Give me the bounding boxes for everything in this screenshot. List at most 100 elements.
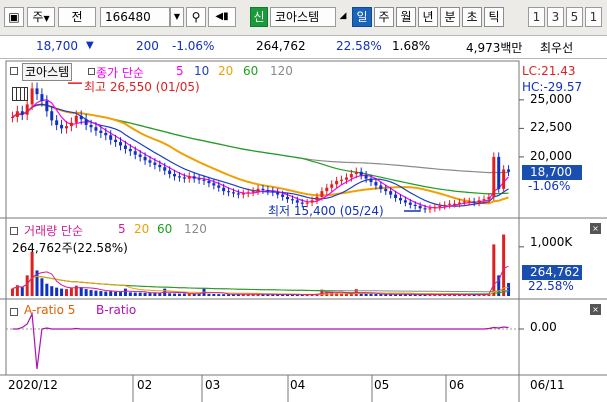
lc-label: LC:21.43 (522, 64, 576, 78)
period-tab-minute[interactable]: 분 (440, 7, 460, 27)
volume-panel-handle-icon[interactable] (10, 227, 18, 235)
candle-body (398, 198, 402, 201)
volume-summary: 264,762주(22.58%) (12, 241, 128, 255)
data-table-icon[interactable] (12, 87, 28, 101)
vol-ma60-legend[interactable]: 60 (157, 222, 172, 236)
candle-body (487, 196, 491, 200)
ma60-legend[interactable]: 60 (243, 64, 258, 78)
volume-panel-title[interactable]: 거래량 단순 (24, 222, 83, 239)
quote-bar: 18,700 ▼ 200 -1.06% 264,762 22.58% 1.68%… (0, 36, 607, 59)
interval-button-5[interactable]: 5 (566, 7, 583, 27)
candle-body (133, 151, 137, 155)
price-change: 200 (136, 39, 159, 53)
candle-body (403, 200, 407, 203)
stock-tag[interactable]: 코아스템 (22, 63, 73, 81)
ma120-legend[interactable]: 120 (270, 64, 293, 78)
candle-body (55, 120, 59, 125)
volume-bar (10, 288, 14, 296)
period-tab-second[interactable]: 초 (462, 7, 482, 27)
candle-body (138, 154, 142, 157)
volume-panel-close-icon[interactable]: × (590, 223, 601, 234)
mode-label: 주 (32, 10, 44, 24)
volume-bar (50, 286, 54, 296)
turnover-pct: 1.68% (392, 39, 431, 53)
candle-body (482, 199, 486, 201)
candle-body (64, 126, 68, 129)
stock-code-input[interactable]: 166480 (100, 7, 170, 27)
a-ratio-legend[interactable]: A-ratio 5 (24, 303, 75, 317)
interval-button-3[interactable]: 3 (547, 7, 564, 27)
volume-bar (177, 293, 181, 296)
candle-body (315, 196, 319, 201)
candle-body (330, 184, 334, 188)
x-label-03: 03 (205, 378, 221, 392)
b-ratio-legend[interactable]: B-ratio (96, 303, 136, 317)
volume-bar (207, 293, 211, 296)
period-tab-day[interactable]: 일 (352, 7, 372, 27)
vol-ma20-legend[interactable]: 20 (134, 222, 149, 236)
volume-bar (45, 283, 49, 296)
candle-body (256, 188, 260, 192)
candle-body (50, 111, 54, 121)
ma20-legend[interactable]: 20 (218, 64, 233, 78)
x-end-label: 06/11 (530, 378, 565, 392)
jeon-button[interactable]: 전 (58, 7, 96, 27)
candle-body (349, 174, 353, 178)
candle-body (359, 171, 363, 176)
chart-area[interactable]: 코아스템 종가 단순 5 10 20 60 120 최고 26,550 (01/… (0, 59, 607, 402)
candle-body (457, 202, 461, 204)
vol-ma120-legend[interactable]: 120 (184, 222, 207, 236)
interval-button-1[interactable]: 1 (528, 7, 545, 27)
candle-body (472, 201, 476, 203)
price-ma-legend-handle-icon (88, 68, 95, 75)
ma5-legend[interactable]: 5 (176, 64, 184, 78)
current-change-box: -1.06% (528, 179, 571, 193)
search-icon[interactable]: ⚲ (186, 7, 206, 27)
speaker-icon[interactable]: ◀▮ (208, 7, 236, 27)
period-tab-tick[interactable]: 틱 (484, 7, 504, 27)
window-menu-icon[interactable]: ▣ (4, 7, 24, 27)
chart-toolbar: ▣ 주▼ 전 166480 ▼ ⚲ ◀▮ 신 코아스템 ◢ 일 주 월 년 분 … (0, 0, 607, 36)
candle-body (158, 164, 162, 168)
period-tab-week[interactable]: 주 (374, 7, 394, 27)
ratio-panel-close-icon[interactable]: × (590, 304, 601, 315)
candle-body (40, 94, 44, 101)
candle-body (30, 88, 34, 105)
candle-body (364, 175, 368, 179)
period-tab-year[interactable]: 년 (418, 7, 438, 27)
volume-bar (69, 288, 73, 296)
candle-body (89, 124, 93, 128)
period-tab-month[interactable]: 월 (396, 7, 416, 27)
interval-button-10[interactable]: 1 (585, 7, 602, 27)
volume-bar (143, 292, 147, 296)
candle-body (45, 100, 49, 112)
volume-bar (114, 291, 118, 296)
candle-body (276, 192, 280, 195)
candle-body (74, 115, 78, 123)
ma10-legend[interactable]: 10 (194, 64, 209, 78)
candle-body (497, 156, 501, 189)
x-label-2020-12: 2020/12 (8, 378, 58, 392)
volume-bar (20, 287, 24, 296)
ratio-panel-handle-icon[interactable] (10, 308, 18, 316)
code-dropdown-button[interactable]: ▼ (170, 7, 184, 27)
candle-body (84, 119, 88, 125)
mode-select[interactable]: 주▼ (27, 7, 55, 27)
candle-body (25, 104, 29, 115)
volume-bar (158, 293, 162, 296)
candle-body (408, 202, 412, 205)
candle-body (462, 201, 466, 203)
price-change-pct: -1.06% (172, 39, 215, 53)
credit-badge[interactable]: 신 (250, 7, 268, 27)
candle-body (246, 192, 250, 194)
vol-ma5-legend[interactable]: 5 (118, 222, 126, 236)
current-volume-box: 264,762 (522, 265, 582, 280)
volume-bar (119, 292, 123, 296)
stock-name-field[interactable]: 코아스템 (270, 7, 336, 27)
volume-bar (99, 291, 103, 296)
candle-body (354, 171, 358, 175)
panel-handle-icon[interactable] (10, 67, 18, 75)
volume-bar (168, 293, 172, 296)
volume-bar (364, 293, 368, 296)
volume-bar (64, 289, 68, 296)
